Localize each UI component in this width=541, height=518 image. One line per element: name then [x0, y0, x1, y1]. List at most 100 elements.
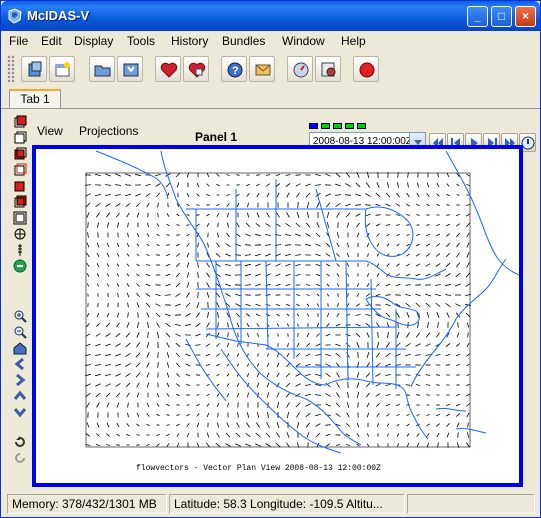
undo-view-icon[interactable] [13, 435, 27, 449]
view-north-icon[interactable] [13, 147, 27, 161]
new-window-icon [55, 62, 70, 77]
pan-down-icon[interactable] [13, 405, 27, 419]
flow-vector [86, 252, 90, 258]
stop-button[interactable] [353, 56, 379, 82]
flow-vector [86, 273, 90, 277]
flow-vector [345, 212, 351, 218]
flow-vector [375, 293, 381, 297]
flow-vector [275, 283, 281, 287]
menu-edit[interactable]: Edit [41, 34, 62, 48]
data-explorer-button[interactable] [21, 56, 47, 82]
flow-vector [206, 432, 210, 438]
flow-vector [217, 422, 219, 428]
minimize-button[interactable]: _ [467, 6, 488, 27]
flow-vector [325, 193, 331, 197]
flow-vector [106, 273, 110, 277]
flow-vector [396, 433, 400, 437]
flow-vector [206, 262, 210, 268]
map-caption: flowvectors - Vector Plan View 2008-08-1… [136, 464, 381, 473]
flow-vector [237, 343, 239, 347]
tab-1[interactable]: Tab 1 [9, 89, 61, 109]
open-button[interactable] [89, 56, 115, 82]
flow-vector [366, 283, 370, 287]
redo-view-icon[interactable] [13, 451, 27, 465]
flow-vector [166, 213, 170, 217]
map-canvas[interactable]: flowvectors - Vector Plan View 2008-08-1… [36, 149, 519, 483]
user-prefs-button[interactable] [287, 56, 313, 82]
toolbar-grip[interactable] [7, 55, 15, 83]
flow-vector [186, 252, 190, 258]
flow-vector [195, 322, 201, 328]
flow-vector [265, 443, 271, 447]
flow-vector [186, 413, 190, 417]
flow-vector [376, 413, 380, 417]
layer-controls-icon [321, 62, 336, 77]
home-icon[interactable] [13, 341, 27, 355]
globe-icon[interactable] [13, 259, 27, 273]
view-box-icon[interactable] [13, 211, 27, 225]
north-america-coastline [160, 150, 362, 446]
flow-vector [415, 354, 421, 356]
menu-display[interactable]: Display [74, 34, 113, 48]
favorite-button[interactable] [155, 56, 181, 82]
flow-vector [257, 363, 259, 367]
flow-vector [206, 292, 210, 298]
flow-vector [406, 433, 410, 437]
flow-vector [267, 412, 269, 418]
view-bottom-icon[interactable] [13, 131, 27, 145]
flow-vector [305, 363, 311, 367]
flow-vector [396, 263, 400, 267]
pan-left-icon[interactable] [13, 357, 27, 371]
flow-vector [85, 392, 91, 398]
flow-vector [136, 423, 140, 427]
menu-history[interactable]: History [171, 34, 208, 48]
view-east-icon[interactable] [13, 179, 27, 193]
projections-menu[interactable]: Projections [79, 124, 138, 138]
rotate-tool-icon[interactable] [13, 227, 27, 241]
menu-help[interactable]: Help [341, 34, 366, 48]
flow-vector [176, 404, 180, 406]
flow-vector [276, 421, 280, 429]
save-button[interactable] [117, 56, 143, 82]
menu-bundles[interactable]: Bundles [222, 34, 265, 48]
flow-vector [137, 322, 139, 328]
menu-tools[interactable]: Tools [127, 34, 155, 48]
map-display[interactable]: flowvectors - Vector Plan View 2008-08-1… [32, 145, 523, 487]
flow-vector [186, 262, 190, 268]
view-menu[interactable]: View [37, 124, 63, 138]
ruler-icon[interactable] [13, 243, 27, 257]
flow-vector [315, 184, 321, 186]
flow-vector [466, 353, 470, 357]
flow-vector [346, 222, 350, 228]
flow-vector [325, 393, 331, 397]
help-button[interactable]: ? [221, 56, 247, 82]
layer-controls-button[interactable] [315, 56, 341, 82]
flow-vector [127, 232, 129, 238]
forum-button[interactable] [249, 56, 275, 82]
flow-vector [295, 233, 301, 237]
flow-vector [425, 332, 431, 338]
great-lakes [365, 296, 420, 326]
pan-right-icon[interactable] [13, 373, 27, 387]
zoom-out-icon[interactable] [13, 325, 27, 339]
new-window-button[interactable] [49, 56, 75, 82]
favorites-manage-button[interactable] [183, 56, 209, 82]
flow-vector [226, 194, 230, 196]
zoom-in-icon[interactable] [13, 309, 27, 323]
pan-up-icon[interactable] [13, 389, 27, 403]
view-south-icon[interactable] [13, 163, 27, 177]
menu-window[interactable]: Window [282, 34, 325, 48]
flow-vector [125, 184, 131, 186]
maximize-button[interactable]: □ [491, 6, 512, 27]
view-top-icon[interactable] [13, 115, 27, 129]
title-bar[interactable]: McIDAS-V _ □ × [1, 1, 540, 31]
flow-vector [227, 222, 229, 228]
flow-vector [385, 283, 391, 287]
menu-file[interactable]: File [9, 34, 28, 48]
flow-vector [116, 312, 120, 318]
flow-vector [216, 353, 220, 357]
close-button[interactable]: × [515, 6, 536, 27]
caribbean-islands [435, 407, 487, 434]
flow-vector [115, 173, 121, 177]
view-west-icon[interactable] [13, 195, 27, 209]
